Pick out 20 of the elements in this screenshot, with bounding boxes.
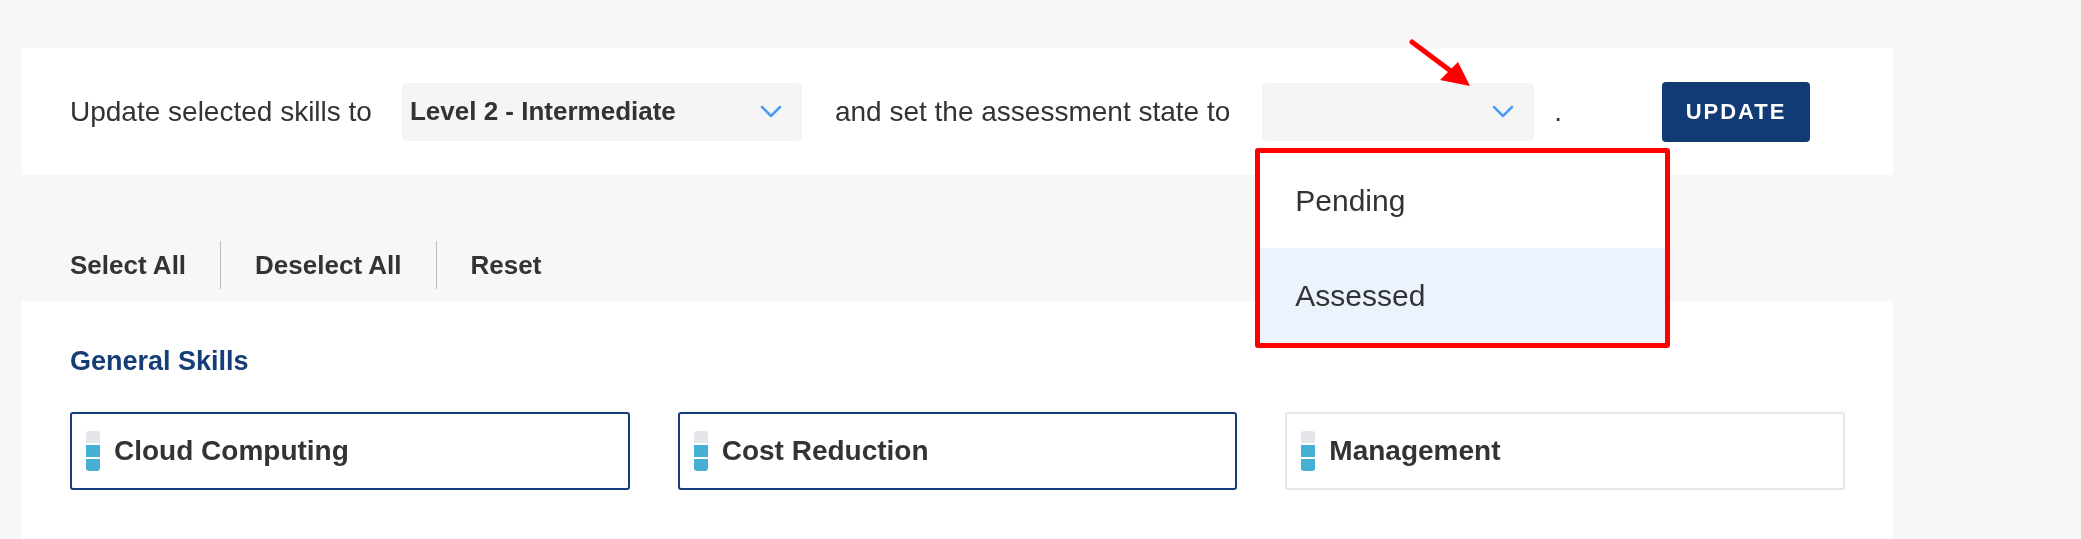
period-text: .	[1554, 94, 1563, 129]
annotation-arrow-icon	[1408, 37, 1473, 88]
section-title: General Skills	[70, 345, 250, 378]
state-select[interactable]	[1262, 82, 1535, 141]
action-link[interactable]: Deselect All	[255, 245, 402, 285]
action-link[interactable]: Select All	[70, 245, 187, 285]
skill-name: Management	[1329, 433, 1501, 468]
skill-name: Cloud Computing	[114, 433, 349, 468]
chevron-down-icon	[759, 104, 782, 119]
chevron-down-icon	[1492, 104, 1515, 119]
skill-name: Cost Reduction	[721, 433, 929, 468]
skill-card[interactable]: Cost Reduction	[677, 411, 1238, 490]
skill-card[interactable]: Cloud Computing	[70, 411, 630, 490]
dropdown-option[interactable]: Assessed	[1260, 247, 1666, 343]
action-link[interactable]: Reset	[470, 245, 542, 285]
level-select[interactable]: Level 2 - Intermediate	[401, 82, 802, 141]
update-label: Update selected skills to	[70, 94, 372, 129]
update-button[interactable]: UPDATE	[1662, 81, 1811, 142]
skill-card[interactable]: Management	[1285, 411, 1845, 490]
assessment-label: and set the assessment state to	[834, 94, 1231, 129]
